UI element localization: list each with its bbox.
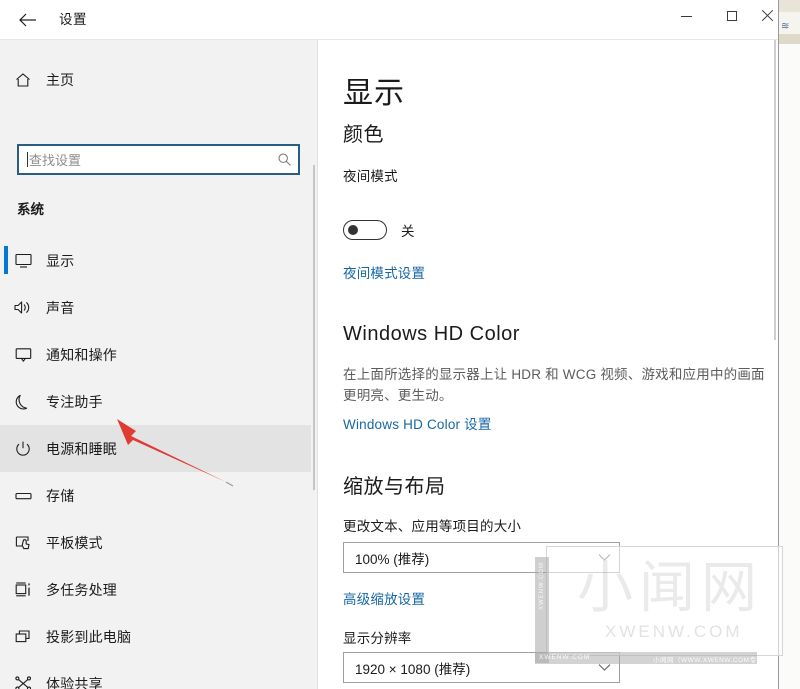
search-input[interactable]: 查找设置 bbox=[17, 144, 300, 175]
share-icon bbox=[0, 675, 46, 689]
search-icon[interactable] bbox=[270, 152, 298, 167]
text-caret bbox=[27, 152, 28, 167]
advanced-scaling-link[interactable]: 高级缩放设置 bbox=[343, 588, 425, 608]
search-placeholder: 查找设置 bbox=[29, 153, 82, 168]
hd-color-settings-link[interactable]: Windows HD Color 设置 bbox=[343, 413, 492, 433]
resolution-label: 显示分辨率 bbox=[343, 631, 412, 646]
sidebar-item-display-label: 显示 bbox=[46, 252, 75, 269]
sidebar-item-sound[interactable]: 声音 bbox=[0, 284, 311, 331]
section-heading-color: 颜色 bbox=[343, 124, 384, 146]
sidebar-item-projecting[interactable]: 投影到此电脑 bbox=[0, 613, 311, 660]
sidebar-item-focus-assist[interactable]: 专注助手 bbox=[0, 378, 311, 425]
background-window-glyph: ≋ bbox=[781, 21, 790, 32]
background-window-stripe bbox=[779, 0, 800, 12]
sidebar-item-shared-experiences[interactable]: 体验共享 bbox=[0, 660, 311, 689]
night-light-state: 关 bbox=[401, 224, 415, 239]
background-window[interactable]: ≋ bbox=[778, 0, 800, 689]
sidebar: 主页 查找设置 系统 显示 声音 通知和操作 专注助手 电源和睡眠 存储 平板模… bbox=[0, 40, 318, 689]
text-size-dropdown[interactable]: 100% (推荐) bbox=[343, 542, 620, 573]
sidebar-scrollbar-thumb[interactable] bbox=[313, 165, 315, 490]
minimize-icon[interactable] bbox=[663, 0, 709, 32]
sidebar-item-focus-assist-label: 专注助手 bbox=[46, 393, 103, 410]
toggle-knob bbox=[348, 225, 358, 235]
sidebar-item-notifications-label: 通知和操作 bbox=[46, 346, 117, 363]
sidebar-item-home[interactable]: 主页 bbox=[0, 60, 310, 100]
content-scrollbar[interactable] bbox=[771, 40, 778, 689]
maximize-icon[interactable] bbox=[709, 0, 755, 32]
chevron-down-icon bbox=[589, 663, 619, 672]
text-size-value: 100% (推荐) bbox=[355, 551, 430, 567]
hd-color-description: 在上面所选择的显示器上让 HDR 和 WCG 视频、游戏和应用中的画面更明亮、更… bbox=[343, 367, 765, 403]
night-light-label: 夜间模式 bbox=[343, 169, 398, 184]
sidebar-nav-list: 显示 声音 通知和操作 专注助手 电源和睡眠 存储 平板模式 多任务处理 投影到… bbox=[0, 237, 311, 689]
tablet-icon bbox=[0, 534, 46, 551]
storage-icon bbox=[0, 489, 46, 503]
sidebar-item-projecting-label: 投影到此电脑 bbox=[46, 628, 132, 645]
sidebar-item-shared-experiences-label: 体验共享 bbox=[46, 675, 103, 689]
window-title: 设置 bbox=[59, 12, 87, 27]
sidebar-scrollbar[interactable] bbox=[311, 40, 317, 689]
main-content: 显示 颜色 夜间模式 关 夜间模式设置 Windows HD Color 在上面… bbox=[319, 40, 778, 689]
resolution-value: 1920 × 1080 (推荐) bbox=[355, 661, 471, 677]
project-icon bbox=[0, 628, 46, 645]
notification-icon bbox=[0, 346, 46, 363]
sidebar-item-power-and-sleep-label: 电源和睡眠 bbox=[46, 440, 117, 457]
section-heading-hd-color: Windows HD Color bbox=[343, 323, 520, 345]
sidebar-item-notifications[interactable]: 通知和操作 bbox=[0, 331, 311, 378]
back-arrow-icon[interactable] bbox=[6, 2, 50, 38]
background-window-stripe bbox=[779, 34, 800, 44]
sidebar-item-storage[interactable]: 存储 bbox=[0, 472, 311, 519]
title-bar: 设置 bbox=[0, 0, 778, 40]
sidebar-item-power-and-sleep[interactable]: 电源和睡眠 bbox=[0, 425, 311, 472]
home-icon bbox=[0, 71, 46, 89]
sidebar-item-display[interactable]: 显示 bbox=[0, 237, 311, 284]
sidebar-item-storage-label: 存储 bbox=[46, 487, 75, 504]
night-light-toggle-row: 关 bbox=[343, 220, 415, 240]
speaker-icon bbox=[0, 299, 46, 316]
night-light-toggle[interactable] bbox=[343, 220, 387, 240]
content-scrollbar-thumb[interactable] bbox=[774, 40, 776, 340]
page-title: 显示 bbox=[343, 77, 405, 110]
section-heading-scale-layout: 缩放与布局 bbox=[343, 476, 446, 498]
sidebar-group-title: 系统 bbox=[17, 202, 44, 217]
sidebar-item-sound-label: 声音 bbox=[46, 299, 75, 316]
sidebar-item-multitasking-label: 多任务处理 bbox=[46, 581, 117, 598]
sidebar-item-multitasking[interactable]: 多任务处理 bbox=[0, 566, 311, 613]
selection-indicator bbox=[4, 246, 8, 274]
multitask-icon bbox=[0, 581, 46, 598]
resolution-dropdown[interactable]: 1920 × 1080 (推荐) bbox=[343, 652, 620, 683]
background-window-body bbox=[779, 44, 800, 689]
close-icon[interactable] bbox=[755, 0, 778, 32]
settings-window: 设置 主页 查找设置 系统 显示 声音 通知和操作 专注助手 电源和睡眠 存储 … bbox=[0, 0, 779, 689]
sidebar-item-tablet-mode[interactable]: 平板模式 bbox=[0, 519, 311, 566]
sidebar-item-home-label: 主页 bbox=[46, 72, 74, 88]
text-size-label: 更改文本、应用等项目的大小 bbox=[343, 519, 522, 534]
power-icon bbox=[0, 440, 46, 458]
night-light-settings-link[interactable]: 夜间模式设置 bbox=[343, 262, 425, 282]
moon-icon bbox=[0, 393, 46, 411]
sidebar-item-tablet-mode-label: 平板模式 bbox=[46, 534, 103, 551]
chevron-down-icon bbox=[589, 553, 619, 562]
